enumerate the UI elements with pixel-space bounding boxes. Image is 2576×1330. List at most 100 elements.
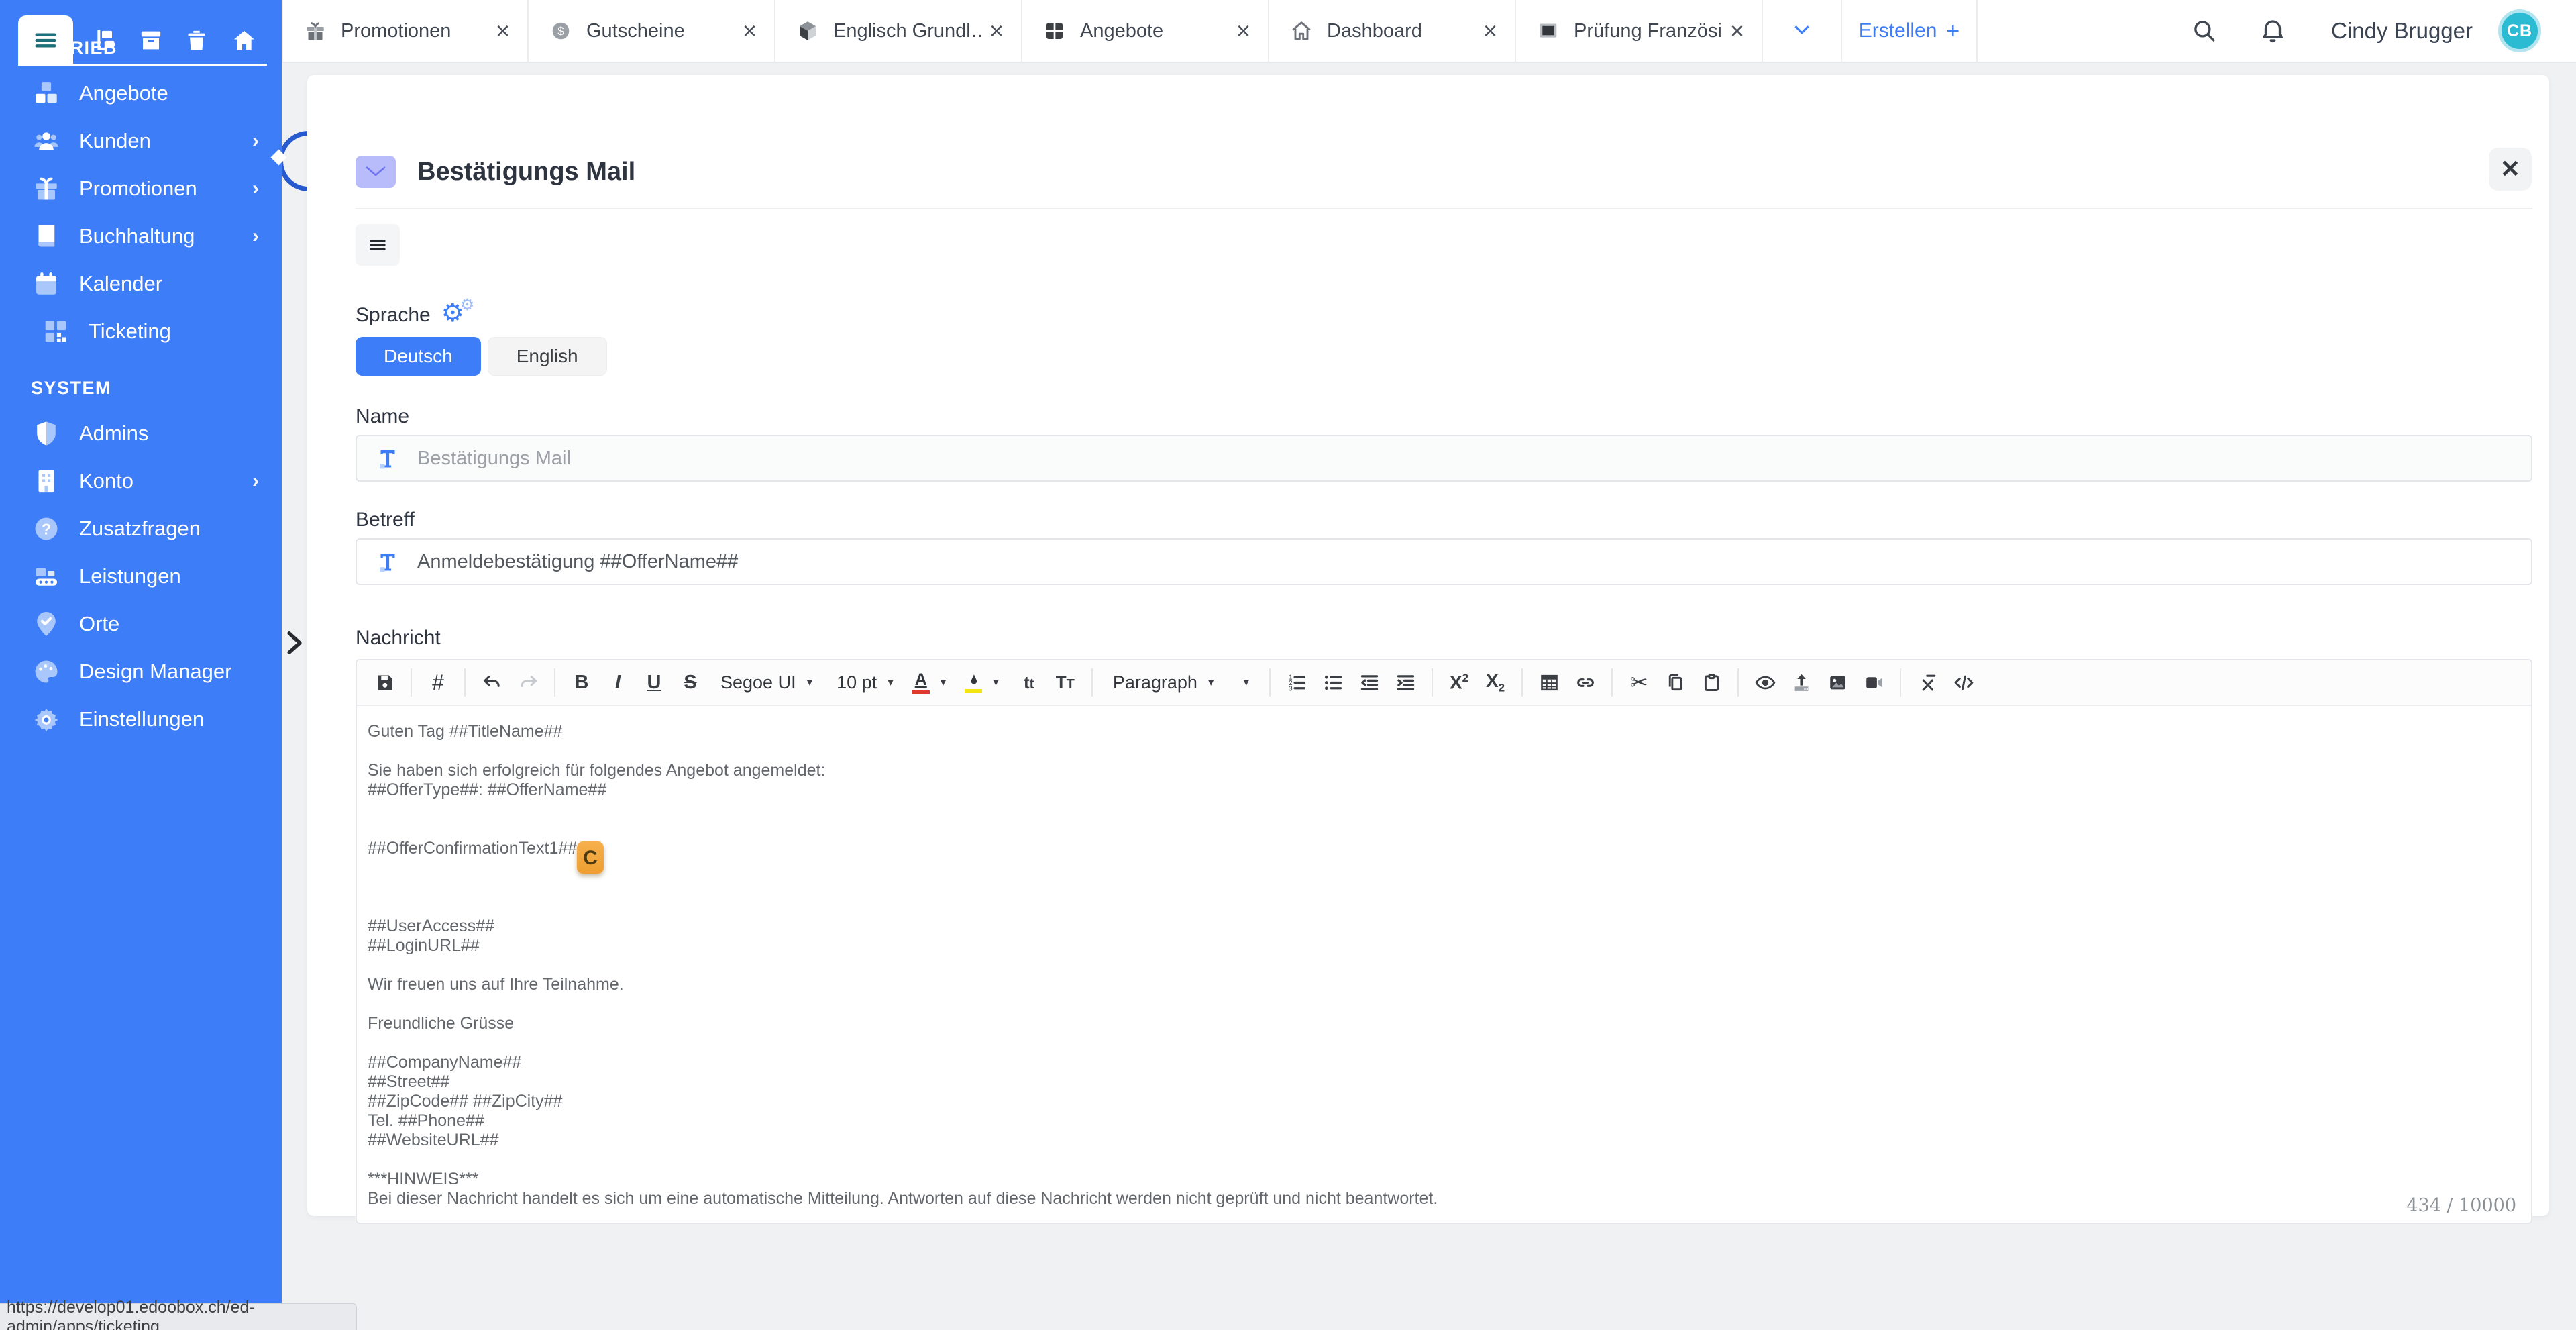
merge-tag-icon[interactable]: # xyxy=(420,664,456,701)
svg-text:3: 3 xyxy=(1289,685,1293,693)
subscript-icon[interactable]: X2 xyxy=(1477,664,1513,701)
font-family-dropdown[interactable]: Segoe UI▾ xyxy=(708,664,824,701)
paragraph-dropdown[interactable]: Paragraph▾ xyxy=(1101,664,1226,701)
bullet-list-icon[interactable] xyxy=(1315,664,1351,701)
sidebar-item-ticketing[interactable]: Ticketing xyxy=(0,307,282,355)
italic-icon[interactable]: I xyxy=(600,664,636,701)
tab-close-icon[interactable]: × xyxy=(1228,17,1250,45)
lowercase-icon[interactable]: tt xyxy=(1011,664,1047,701)
tab-close-icon[interactable]: × xyxy=(981,17,1004,45)
sidebar-item-label: Zusatzfragen xyxy=(79,517,259,541)
tab-pr-fung-franz-si-[interactable]: Prüfung Französi…× xyxy=(1516,0,1763,62)
sidebar-item-label: Konto xyxy=(79,469,252,493)
font-size-dropdown[interactable]: 10 pt▾ xyxy=(824,664,906,701)
tab-close-icon[interactable]: × xyxy=(735,17,757,45)
font-size-dropdown-label: 10 pt xyxy=(837,672,877,693)
sidebar-item-orte[interactable]: Orte xyxy=(0,600,282,648)
toolbar-separator xyxy=(464,668,466,697)
subject-value: Anmeldebestätigung ##OfferName## xyxy=(417,551,738,573)
name-input[interactable]: Bestätigungs Mail xyxy=(356,435,2532,482)
sidebar-item-kunden[interactable]: Kunden› xyxy=(0,117,282,164)
character-count: 434 / 10000 xyxy=(2406,1195,2516,1216)
tab-dashboard[interactable]: Dashboard× xyxy=(1269,0,1516,62)
user-avatar[interactable]: CB xyxy=(2498,9,2541,52)
undo-icon[interactable] xyxy=(474,664,510,701)
sidebar-expand-chevron-icon[interactable] xyxy=(282,627,307,662)
language-option-english[interactable]: English xyxy=(488,337,607,376)
code-view-icon[interactable] xyxy=(1945,664,1982,701)
sidebar-item-einstellungen[interactable]: Einstellungen xyxy=(0,695,282,743)
sidebar-item-admins[interactable]: Admins xyxy=(0,409,282,457)
ordered-list-icon[interactable]: 123 xyxy=(1279,664,1315,701)
strikethrough-icon[interactable]: S xyxy=(672,664,708,701)
bold-icon[interactable]: B xyxy=(564,664,600,701)
video-icon[interactable] xyxy=(1856,664,1892,701)
trash-icon[interactable] xyxy=(183,27,210,54)
upload-icon[interactable] xyxy=(1783,664,1819,701)
outdent-icon[interactable] xyxy=(1351,664,1387,701)
editor-content[interactable]: CGuten Tag ##TitleName## Sie haben sich … xyxy=(357,706,2531,1209)
font-color-icon: A xyxy=(912,672,930,694)
align-dropdown[interactable]: ▾ xyxy=(1226,664,1261,701)
sitemap-icon[interactable] xyxy=(92,27,119,54)
sidebar-item-buchhaltung[interactable]: Buchhaltung› xyxy=(0,212,282,260)
shield-icon xyxy=(31,418,62,449)
language-option-deutsch[interactable]: Deutsch xyxy=(356,337,481,376)
name-label: Name xyxy=(356,405,2532,428)
tab-angebote[interactable]: Angebote× xyxy=(1022,0,1269,62)
cut-icon[interactable]: ✂ xyxy=(1621,664,1657,701)
copy-icon[interactable] xyxy=(1657,664,1693,701)
language-settings-gears-icon[interactable]: ⚙⚙ xyxy=(441,302,476,329)
font-color-dropdown[interactable]: A▾ xyxy=(906,664,959,701)
panel-title: Bestätigungs Mail xyxy=(417,158,635,187)
tab-gutscheine[interactable]: $Gutscheine× xyxy=(529,0,775,62)
chevron-right-icon: › xyxy=(252,177,259,200)
notifications-bell-icon[interactable] xyxy=(2259,17,2287,45)
tab-close-icon[interactable]: × xyxy=(1475,17,1497,45)
tab-label: Dashboard xyxy=(1327,20,1475,42)
sidebar-item-design-manager[interactable]: Design Manager xyxy=(0,648,282,695)
rich-text-editor: #BIUSSegoe UI▾10 pt▾A▾▾ttTTParagraph▾▾12… xyxy=(356,659,2532,1224)
redo-icon[interactable] xyxy=(510,664,546,701)
preview-icon[interactable] xyxy=(1747,664,1783,701)
book-icon xyxy=(31,221,62,252)
tab-overflow-button[interactable] xyxy=(1763,0,1842,62)
search-icon[interactable] xyxy=(2190,17,2218,45)
uppercase-icon[interactable]: TT xyxy=(1047,664,1083,701)
sidebar-item-label: Einstellungen xyxy=(79,707,259,731)
sidebar-item-promotionen[interactable]: Promotionen› xyxy=(0,164,282,212)
sidebar-item-konto[interactable]: Konto› xyxy=(0,457,282,505)
sidebar-item-label: Angebote xyxy=(79,81,259,105)
indent-icon[interactable] xyxy=(1387,664,1424,701)
highlight-color-dropdown[interactable]: ▾ xyxy=(958,664,1011,701)
create-tab-button[interactable]: Erstellen + xyxy=(1842,0,1978,62)
table-icon[interactable] xyxy=(1531,664,1567,701)
tab-promotionen[interactable]: Promotionen× xyxy=(282,0,529,62)
sidebar-item-kalender[interactable]: Kalender xyxy=(0,260,282,307)
sidebar-item-zusatzfragen[interactable]: ?Zusatzfragen xyxy=(0,505,282,552)
editor-toolbar: #BIUSSegoe UI▾10 pt▾A▾▾ttTTParagraph▾▾12… xyxy=(357,660,2531,706)
archive-box-icon[interactable] xyxy=(138,27,164,54)
font-family-dropdown-label: Segoe UI xyxy=(720,672,796,693)
image-icon[interactable] xyxy=(1819,664,1856,701)
sidebar-item-label: Promotionen xyxy=(79,176,252,201)
close-panel-button[interactable]: ✕ xyxy=(2489,148,2532,191)
user-name[interactable]: Cindy Brugger xyxy=(2331,18,2473,44)
underline-icon[interactable]: U xyxy=(636,664,672,701)
panel-header: Bestätigungs Mail xyxy=(356,150,2532,193)
cube-icon xyxy=(796,19,820,43)
superscript-icon[interactable]: X2 xyxy=(1441,664,1477,701)
panel-menu-button[interactable] xyxy=(356,224,400,266)
clear-format-icon[interactable] xyxy=(1909,664,1945,701)
tab-englisch-grundl-[interactable]: Englisch Grundl…× xyxy=(775,0,1022,62)
home-icon[interactable] xyxy=(231,27,258,54)
sidebar-item-angebote[interactable]: Angebote xyxy=(0,69,282,117)
subject-input[interactable]: Anmeldebestätigung ##OfferName## xyxy=(356,538,2532,585)
sidebar-item-leistungen[interactable]: Leistungen xyxy=(0,552,282,600)
save-icon[interactable] xyxy=(366,664,402,701)
tab-close-icon[interactable]: × xyxy=(488,17,510,45)
link-icon[interactable] xyxy=(1567,664,1603,701)
paste-icon[interactable] xyxy=(1693,664,1729,701)
tab-close-icon[interactable]: × xyxy=(1722,17,1744,45)
menu-hamburger-button[interactable] xyxy=(18,15,73,65)
